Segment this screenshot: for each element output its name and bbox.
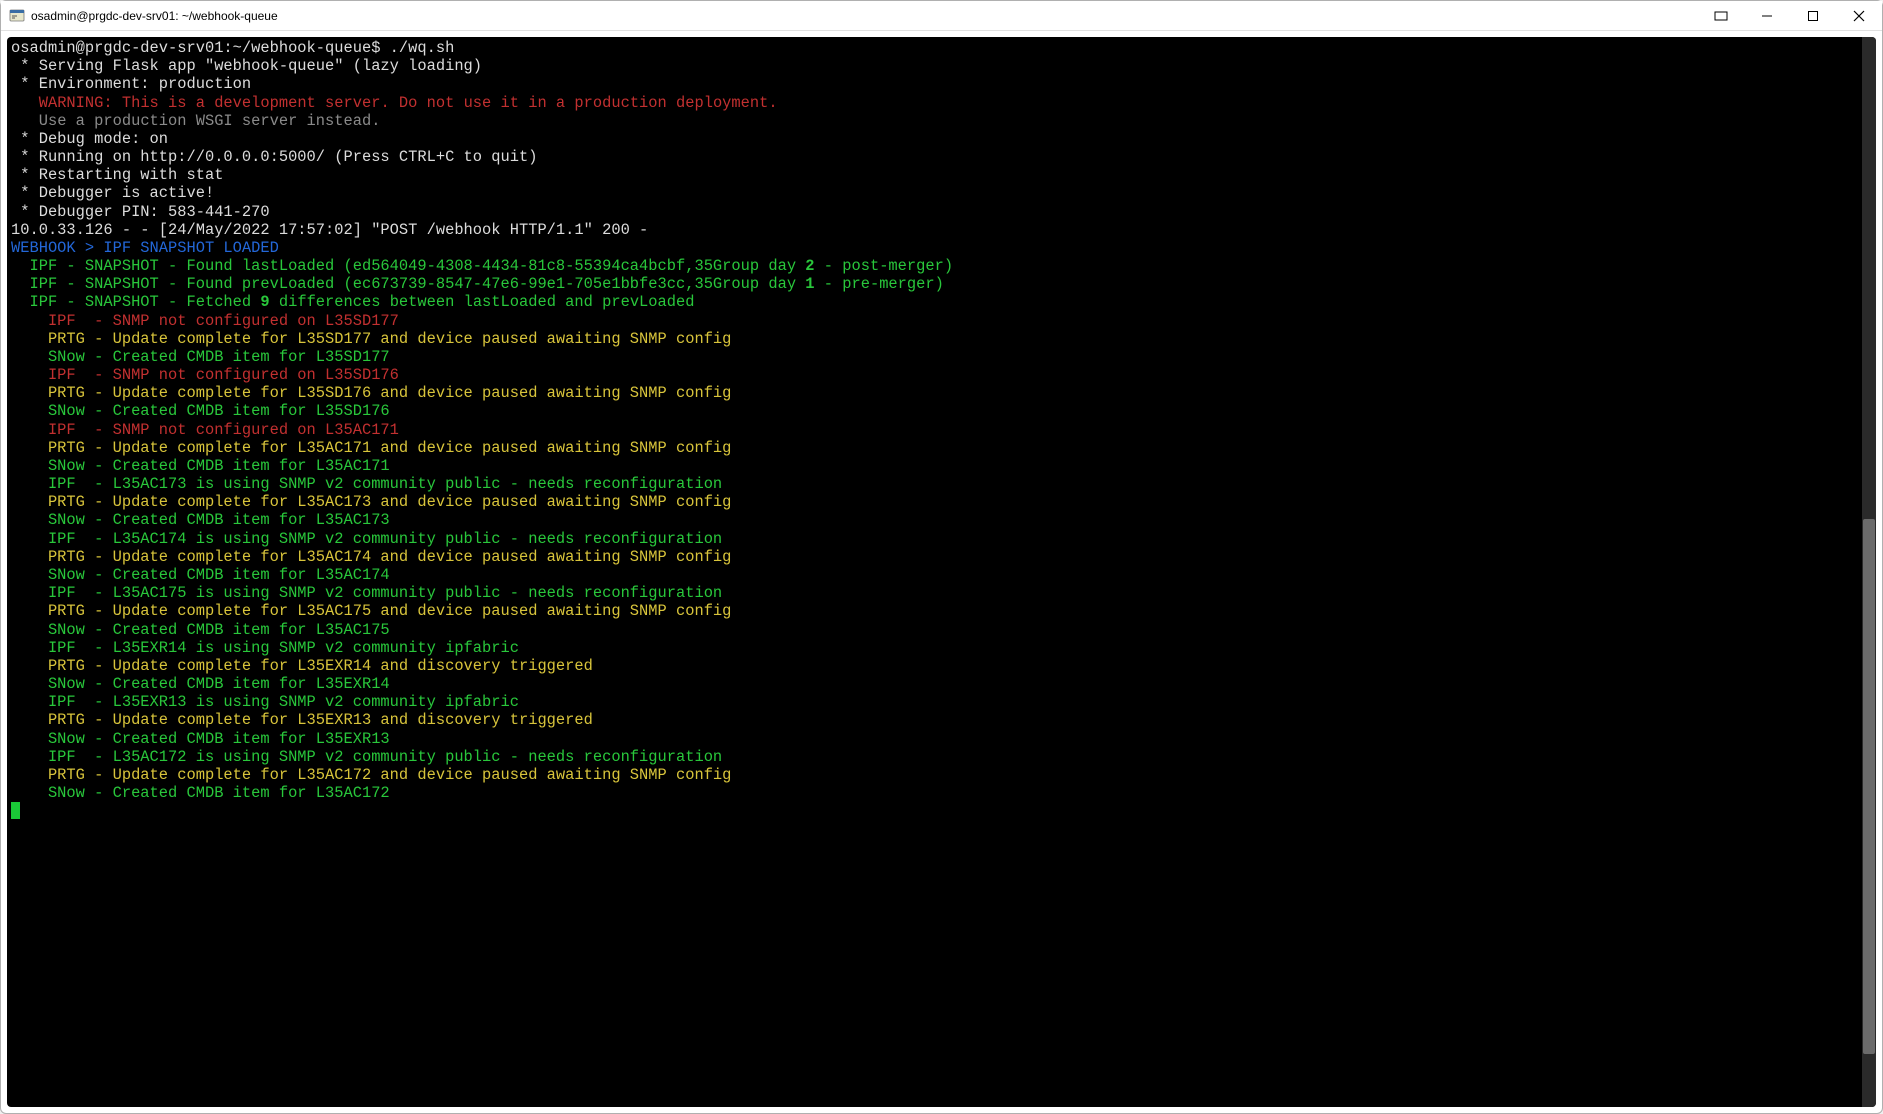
terminal-line: PRTG - Update complete for L35EXR13 and … [11, 711, 1858, 729]
terminal-line: PRTG - Update complete for L35SD176 and … [11, 384, 1858, 402]
terminal-line: osadmin@prgdc-dev-srv01:~/webhook-queue$… [11, 39, 1858, 57]
titlebar[interactable]: osadmin@prgdc-dev-srv01: ~/webhook-queue [1, 1, 1882, 31]
terminal-line: IPF - L35EXR13 is using SNMP v2 communit… [11, 693, 1858, 711]
terminal-line: IPF - L35EXR14 is using SNMP v2 communit… [11, 639, 1858, 657]
window-title: osadmin@prgdc-dev-srv01: ~/webhook-queue [31, 9, 1698, 23]
terminal-line: IPF - L35AC172 is using SNMP v2 communit… [11, 748, 1858, 766]
terminal-line: SNow - Created CMDB item for L35SD176 [11, 402, 1858, 420]
terminal-line: PRTG - Update complete for L35SD177 and … [11, 330, 1858, 348]
scrollbar-track[interactable] [1862, 37, 1876, 1107]
terminal-line: IPF - L35AC173 is using SNMP v2 communit… [11, 475, 1858, 493]
terminal-line: IPF - L35AC174 is using SNMP v2 communit… [11, 530, 1858, 548]
terminal-line: * Debugger is active! [11, 184, 1858, 202]
terminal-cursor [11, 802, 20, 819]
terminal-line: WARNING: This is a development server. D… [11, 94, 1858, 112]
terminal-line: SNow - Created CMDB item for L35AC175 [11, 621, 1858, 639]
terminal-line: * Environment: production [11, 75, 1858, 93]
terminal-line: SNow - Created CMDB item for L35AC171 [11, 457, 1858, 475]
terminal-line: IPF - SNMP not configured on L35SD176 [11, 366, 1858, 384]
terminal-line: IPF - SNAPSHOT - Found lastLoaded (ed564… [11, 257, 1858, 275]
terminal-line: IPF - SNMP not configured on L35AC171 [11, 421, 1858, 439]
scrollbar-thumb[interactable] [1863, 519, 1875, 1054]
terminal-line: SNow - Created CMDB item for L35SD177 [11, 348, 1858, 366]
terminal-line: SNow - Created CMDB item for L35EXR14 [11, 675, 1858, 693]
app-icon [9, 8, 25, 24]
maximize-button[interactable] [1790, 1, 1836, 30]
terminal-line: PRTG - Update complete for L35AC175 and … [11, 602, 1858, 620]
terminal-line: PRTG - Update complete for L35AC174 and … [11, 548, 1858, 566]
window-extra-button[interactable] [1698, 1, 1744, 30]
terminal-line: 10.0.33.126 - - [24/May/2022 17:57:02] "… [11, 221, 1858, 239]
terminal-line: SNow - Created CMDB item for L35AC173 [11, 511, 1858, 529]
terminal-line: SNow - Created CMDB item for L35AC172 [11, 784, 1858, 802]
terminal-line: PRTG - Update complete for L35AC173 and … [11, 493, 1858, 511]
terminal-output[interactable]: osadmin@prgdc-dev-srv01:~/webhook-queue$… [7, 37, 1862, 1107]
terminal-line: IPF - SNMP not configured on L35SD177 [11, 312, 1858, 330]
terminal-line: SNow - Created CMDB item for L35AC174 [11, 566, 1858, 584]
terminal-line: PRTG - Update complete for L35AC171 and … [11, 439, 1858, 457]
terminal-line: SNow - Created CMDB item for L35EXR13 [11, 730, 1858, 748]
minimize-button[interactable] [1744, 1, 1790, 30]
terminal-line: PRTG - Update complete for L35AC172 and … [11, 766, 1858, 784]
terminal-cursor-line [11, 802, 1858, 822]
app-window: osadmin@prgdc-dev-srv01: ~/webhook-queue… [0, 0, 1883, 1114]
terminal-line: * Debug mode: on [11, 130, 1858, 148]
terminal-line: * Restarting with stat [11, 166, 1858, 184]
terminal-line: IPF - SNAPSHOT - Found prevLoaded (ec673… [11, 275, 1858, 293]
terminal-line: * Running on http://0.0.0.0:5000/ (Press… [11, 148, 1858, 166]
terminal-area: osadmin@prgdc-dev-srv01:~/webhook-queue$… [7, 37, 1876, 1107]
terminal-line: * Serving Flask app "webhook-queue" (laz… [11, 57, 1858, 75]
terminal-line: PRTG - Update complete for L35EXR14 and … [11, 657, 1858, 675]
terminal-line: IPF - SNAPSHOT - Fetched 9 differences b… [11, 293, 1858, 311]
terminal-line: * Debugger PIN: 583-441-270 [11, 203, 1858, 221]
terminal-line: Use a production WSGI server instead. [11, 112, 1858, 130]
close-button[interactable] [1836, 1, 1882, 30]
terminal-line: WEBHOOK > IPF SNAPSHOT LOADED [11, 239, 1858, 257]
window-controls [1698, 1, 1882, 30]
terminal-line: IPF - L35AC175 is using SNMP v2 communit… [11, 584, 1858, 602]
